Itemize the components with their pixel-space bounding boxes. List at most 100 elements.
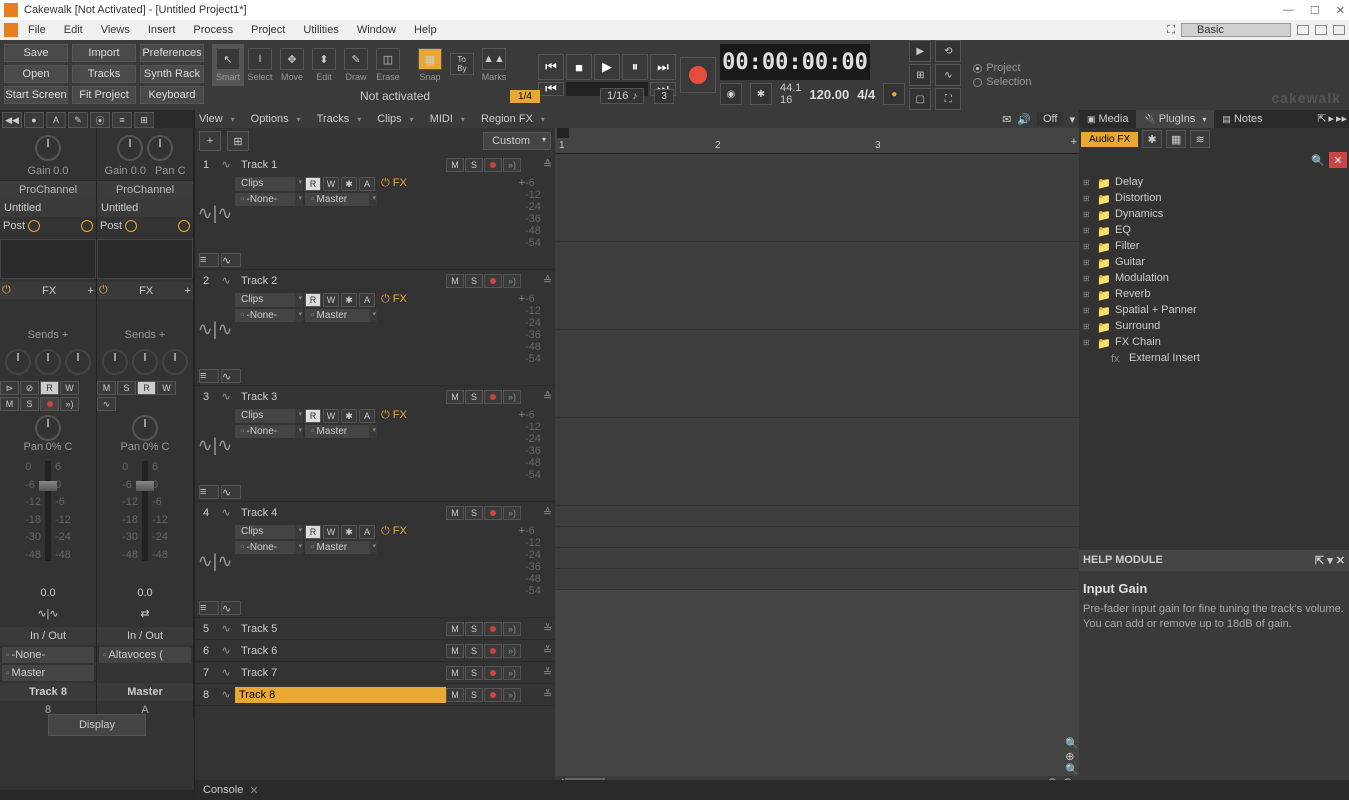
track-footer-1[interactable]: ≡ bbox=[199, 369, 219, 383]
rp-sort-icon[interactable]: ≋ bbox=[1190, 130, 1210, 148]
keyboard-button[interactable]: Keyboard bbox=[140, 86, 204, 104]
send-knob-1[interactable] bbox=[5, 349, 31, 375]
track-row[interactable]: 7 ∿ Track 7 M S ») ≚ bbox=[195, 662, 555, 684]
fx-power-bus-icon[interactable]: ⏻ bbox=[99, 284, 108, 297]
fx-add-bus-icon[interactable]: + bbox=[185, 285, 191, 297]
start-screen-button[interactable]: Start Screen bbox=[4, 86, 68, 104]
tool-move[interactable]: ✥Move bbox=[276, 44, 308, 86]
read-button[interactable]: R bbox=[305, 177, 321, 191]
tree-expand-icon[interactable]: ⊞ bbox=[1083, 322, 1093, 331]
input-selector[interactable]: -None- bbox=[235, 309, 303, 322]
plugin-category[interactable]: fxExternal Insert bbox=[1083, 350, 1345, 366]
track-name[interactable]: Track 4 bbox=[235, 507, 446, 519]
pan-knob[interactable] bbox=[35, 415, 61, 441]
track-row[interactable]: 8 ∿ Track 8 M S ») ≚ bbox=[195, 684, 555, 706]
mdi-close-icon[interactable] bbox=[1333, 25, 1345, 35]
sends-add-bus-icon[interactable]: + bbox=[159, 329, 165, 341]
mute-button[interactable]: M bbox=[446, 506, 464, 520]
search-clear-button[interactable]: ✕ bbox=[1329, 152, 1347, 168]
clips-menu[interactable]: Clips bbox=[377, 113, 413, 125]
archive-button[interactable]: A bbox=[359, 177, 375, 191]
menu-insert[interactable]: Insert bbox=[148, 24, 176, 36]
snapshot-button[interactable]: ✱ bbox=[341, 177, 357, 191]
track-footer-1[interactable]: ≡ bbox=[199, 601, 219, 615]
track-name[interactable]: Track 2 bbox=[235, 275, 446, 287]
track-row[interactable]: 2 ∿ Track 2 M S ») ≙ ∿|∿ Clips R W ✱ A ⏻… bbox=[195, 270, 555, 386]
rp-chevron-icon[interactable]: ▸ bbox=[1328, 112, 1334, 126]
midi-menu[interactable]: MIDI bbox=[430, 113, 465, 125]
mute-button[interactable]: M bbox=[446, 622, 464, 636]
echo-button[interactable]: ») bbox=[503, 688, 521, 702]
mute-button[interactable]: M bbox=[446, 274, 464, 288]
menu-window[interactable]: Window bbox=[357, 24, 396, 36]
track-footer-1[interactable]: ≡ bbox=[199, 253, 219, 267]
track-row[interactable]: 3 ∿ Track 3 M S ») ≙ ∿|∿ Clips R W ✱ A ⏻… bbox=[195, 386, 555, 502]
tree-expand-icon[interactable]: ⊞ bbox=[1083, 210, 1093, 219]
insp-tab-5[interactable]: ⦿ bbox=[90, 112, 110, 128]
menu-utilities[interactable]: Utilities bbox=[303, 24, 338, 36]
write-button[interactable]: W bbox=[323, 525, 339, 539]
strip-s-button[interactable]: S bbox=[20, 397, 39, 411]
gain-knob[interactable] bbox=[35, 135, 61, 161]
open-button[interactable]: Open bbox=[4, 65, 68, 83]
echo-button[interactable]: ») bbox=[503, 158, 521, 172]
solo-button[interactable]: S bbox=[465, 506, 483, 520]
bus-w-button[interactable]: W bbox=[157, 381, 176, 395]
app-menu-icon[interactable] bbox=[4, 23, 18, 37]
fx-add-icon[interactable]: + bbox=[88, 285, 94, 297]
expand-icon[interactable]: ≚ bbox=[543, 666, 555, 679]
track-name[interactable]: Track 6 bbox=[235, 645, 446, 657]
insp-tab-1[interactable]: ◀◀ bbox=[2, 112, 22, 128]
fit-icon[interactable]: ⛶ bbox=[935, 88, 961, 110]
fit-project-button[interactable]: Fit Project bbox=[72, 86, 136, 104]
track-name[interactable]: Track 5 bbox=[235, 623, 446, 635]
plugin-category[interactable]: ⊞📁Reverb bbox=[1083, 286, 1345, 302]
ripple-icon[interactable]: ∿ bbox=[935, 64, 961, 86]
tracks-menu[interactable]: Tracks bbox=[317, 113, 362, 125]
tree-expand-icon[interactable]: ⊞ bbox=[1083, 290, 1093, 299]
mdi-min-icon[interactable] bbox=[1297, 25, 1309, 35]
record-button[interactable] bbox=[680, 57, 716, 93]
import-button[interactable]: Import bbox=[72, 44, 136, 62]
track-row[interactable]: 6 ∿ Track 6 M S ») ≚ bbox=[195, 640, 555, 662]
tree-expand-icon[interactable]: ⊞ bbox=[1083, 274, 1093, 283]
plugin-category[interactable]: ⊞📁Delay bbox=[1083, 174, 1345, 190]
read-button[interactable]: R bbox=[305, 409, 321, 423]
search-selection[interactable]: Selection bbox=[973, 76, 1031, 88]
menu-process[interactable]: Process bbox=[193, 24, 233, 36]
echo-button[interactable]: ») bbox=[503, 274, 521, 288]
output-selector[interactable]: Master bbox=[2, 665, 94, 681]
forward-button[interactable]: ⏭ bbox=[650, 54, 676, 80]
track-footer-2[interactable]: ∿ bbox=[221, 601, 241, 615]
arm-button[interactable] bbox=[484, 622, 502, 636]
send-bus-3[interactable] bbox=[162, 349, 188, 375]
tree-expand-icon[interactable]: ⊞ bbox=[1083, 242, 1093, 251]
tree-expand-icon[interactable]: ⊞ bbox=[1083, 194, 1093, 203]
power-icon-bus-2[interactable] bbox=[178, 220, 190, 232]
arm-button[interactable] bbox=[484, 158, 502, 172]
bus-m-button[interactable]: M bbox=[97, 381, 116, 395]
track-row[interactable]: 4 ∿ Track 4 M S ») ≙ ∿|∿ Clips R W ✱ A ⏻… bbox=[195, 502, 555, 618]
plugin-category[interactable]: ⊞📁Spatial + Panner bbox=[1083, 302, 1345, 318]
plugin-category[interactable]: ⊞📁Surround bbox=[1083, 318, 1345, 334]
track-name[interactable]: Track 7 bbox=[235, 667, 446, 679]
expand-icon[interactable]: ≚ bbox=[543, 688, 555, 701]
tool-smart[interactable]: ↖Smart bbox=[212, 44, 244, 86]
write-button[interactable]: W bbox=[323, 293, 339, 307]
ruler-add-icon[interactable]: + bbox=[1071, 136, 1077, 148]
tb-opt2[interactable]: ⊞ bbox=[909, 64, 931, 86]
fx-power-icon[interactable]: ⏻ bbox=[2, 284, 11, 297]
clips-selector[interactable]: Clips bbox=[235, 293, 303, 307]
tb-opt3[interactable]: ▢ bbox=[909, 88, 931, 110]
tab-plugins[interactable]: 🔌PlugIns▾ bbox=[1136, 110, 1214, 128]
time-signature[interactable]: 4/4 bbox=[857, 87, 875, 102]
save-button[interactable]: Save bbox=[4, 44, 68, 62]
tree-expand-icon[interactable]: ⊞ bbox=[1083, 178, 1093, 187]
mute-button[interactable]: M bbox=[446, 666, 464, 680]
menu-edit[interactable]: Edit bbox=[64, 24, 83, 36]
search-icon[interactable]: 🔍 bbox=[1311, 154, 1325, 167]
menu-help[interactable]: Help bbox=[414, 24, 437, 36]
tuplet-value[interactable]: 3 bbox=[654, 89, 674, 104]
snap-to[interactable]: ToBy bbox=[446, 44, 478, 86]
post-label[interactable]: Post bbox=[3, 220, 25, 232]
